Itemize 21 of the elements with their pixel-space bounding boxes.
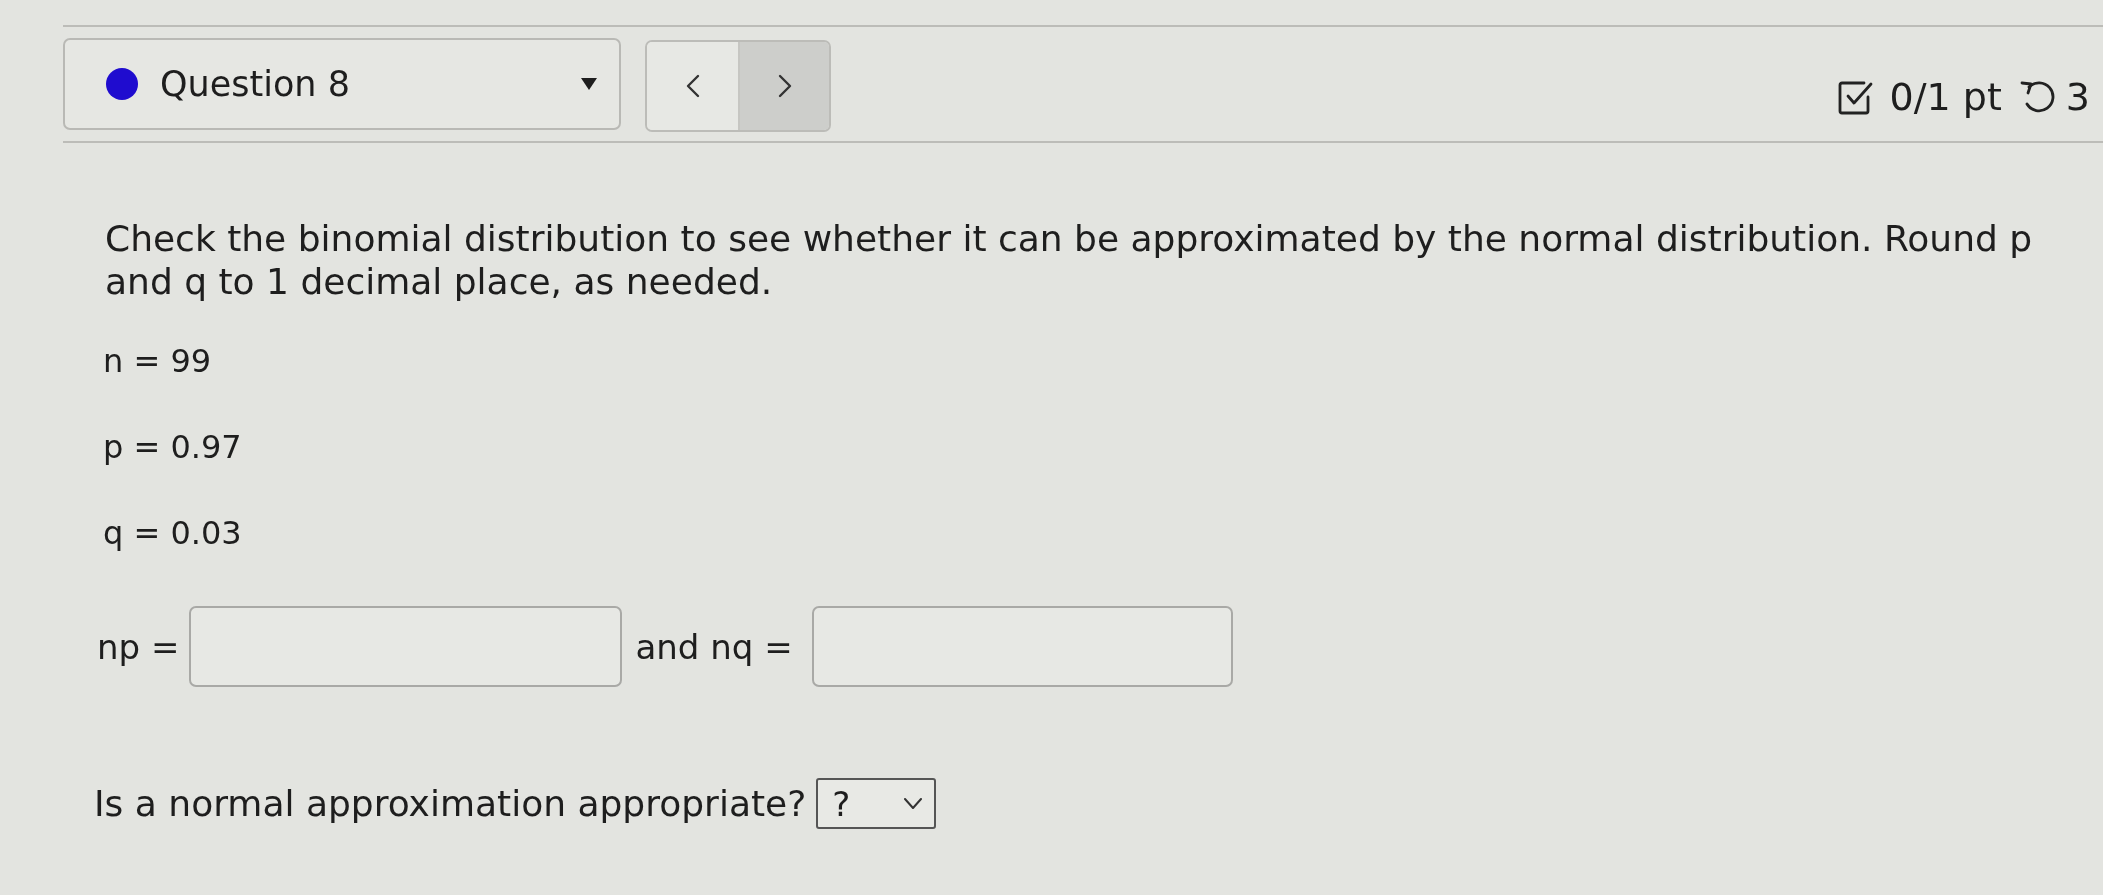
- chevron-left-icon: [685, 74, 700, 98]
- status-dot-icon: [106, 68, 138, 100]
- checkbox-check-icon: [1837, 79, 1874, 115]
- field-label: and nq =: [635, 626, 793, 667]
- question-selector[interactable]: Question 8: [63, 38, 621, 130]
- given-value: q = 0.03: [103, 513, 242, 554]
- score-points: 0/1 pt: [1889, 75, 2002, 119]
- given-value: p = 0.97: [103, 427, 242, 468]
- dropdown-triangle-icon: [581, 78, 597, 90]
- question-text: Is a normal approximation appropriate?: [94, 783, 807, 824]
- question-text: Check the binomial distribution to see whether it can be approximated by the normal distribution. Round p and q to 1 decimal place, as needed.: [105, 217, 2034, 303]
- chevron-right-icon: [777, 74, 792, 98]
- next-button[interactable]: [738, 42, 829, 130]
- answer-field[interactable]: [811, 606, 1233, 687]
- chevron-down-icon: [904, 798, 923, 809]
- answer-dropdown[interactable]: ?: [816, 778, 937, 829]
- given-value: n = 99: [103, 341, 212, 382]
- attempts-count: 3: [2065, 75, 2090, 119]
- answer-field[interactable]: [189, 606, 623, 687]
- field-label: np =: [97, 626, 180, 667]
- previous-button[interactable]: [647, 42, 738, 130]
